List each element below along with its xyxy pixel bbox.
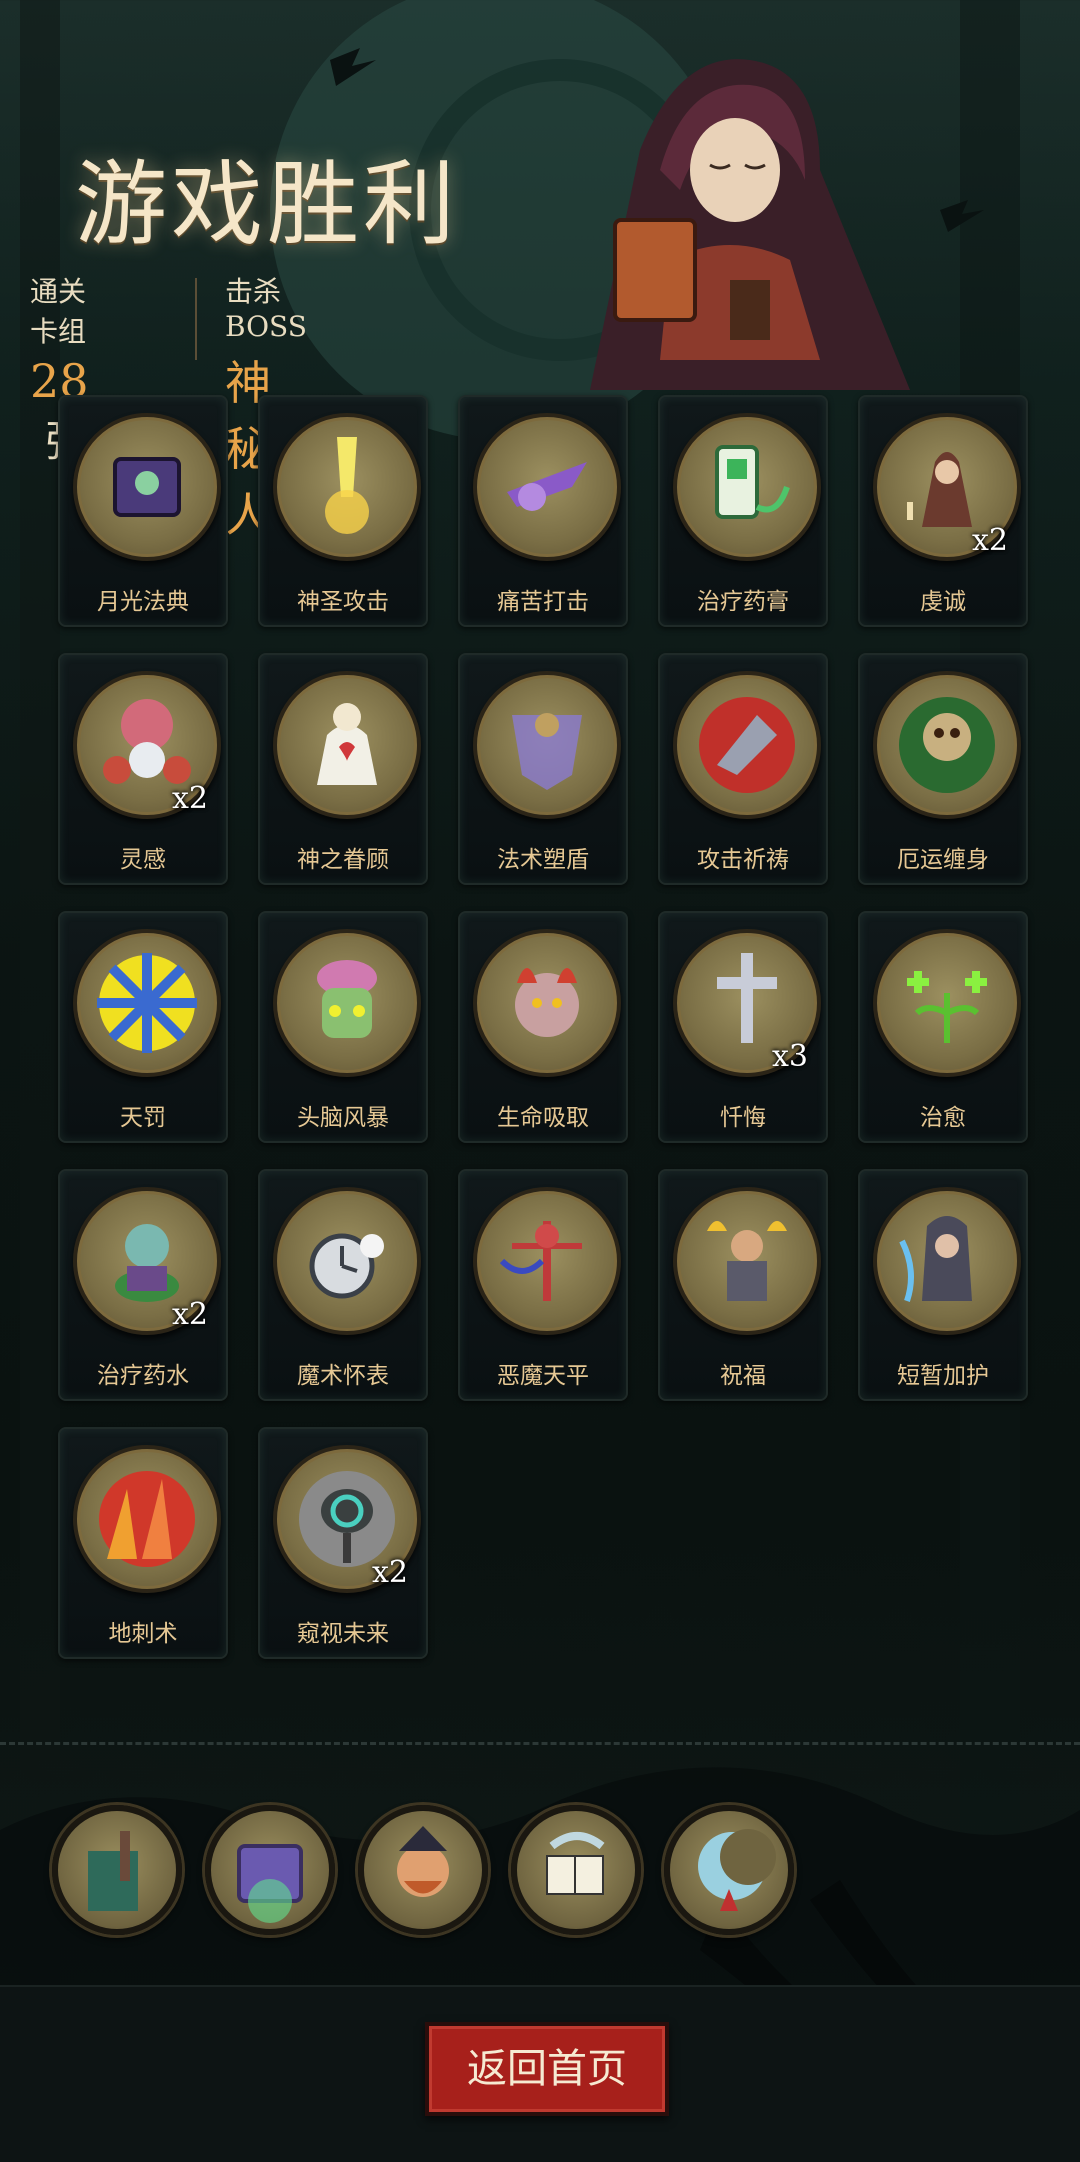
- card-tile[interactable]: 天罚: [58, 911, 228, 1143]
- card-name: 月光法典: [97, 589, 189, 615]
- card-tile[interactable]: 攻击祈祷: [658, 653, 828, 885]
- card-tile[interactable]: 魔术怀表: [258, 1169, 428, 1401]
- game-victory-title: 游戏胜利: [75, 151, 460, 258]
- grave-relic-icon[interactable]: [52, 1805, 182, 1935]
- card-tile[interactable]: 神之眷顾: [258, 653, 428, 885]
- card-name: 攻击祈祷: [697, 847, 789, 873]
- card-name: 痛苦打击: [497, 589, 589, 615]
- mysterious-boss-portrait: [590, 59, 910, 390]
- holy-strike-icon: [273, 413, 421, 561]
- card-tile[interactable]: 恶魔天平: [458, 1169, 628, 1401]
- card-count-badge: x2: [172, 1297, 209, 1332]
- card-name: 治愈: [920, 1105, 966, 1131]
- card-name: 治疗药水: [97, 1363, 189, 1389]
- card-name: 忏悔: [720, 1105, 766, 1131]
- card-name: 祝福: [720, 1363, 766, 1389]
- card-tile[interactable]: 祝福: [658, 1169, 828, 1401]
- stat-divider: [195, 278, 197, 360]
- magic-pocket-watch-icon: [273, 1187, 421, 1335]
- card-tile[interactable]: 治疗药水 x2: [58, 1169, 228, 1401]
- card-count-badge: x3: [772, 1039, 809, 1074]
- healing-ointment-icon: [673, 413, 821, 561]
- doom-curse-icon: [873, 671, 1021, 819]
- card-name: 短暂加护: [897, 1363, 989, 1389]
- card-name: 厄运缠身: [897, 847, 989, 873]
- cure-icon: [873, 929, 1021, 1077]
- card-name: 魔术怀表: [297, 1363, 389, 1389]
- card-name: 灵感: [120, 847, 166, 873]
- card-tile[interactable]: 厄运缠身: [858, 653, 1028, 885]
- card-name: 法术塑盾: [497, 847, 589, 873]
- card-tile[interactable]: 灵感 x2: [58, 653, 228, 885]
- heaven-punishment-icon: [73, 929, 221, 1077]
- attack-prayer-icon: [673, 671, 821, 819]
- card-tile[interactable]: 痛苦打击: [458, 395, 628, 627]
- card-tile[interactable]: 治疗药膏: [658, 395, 828, 627]
- moonlight-codex-icon: [73, 413, 221, 561]
- card-count-badge: x2: [172, 781, 209, 816]
- pain-strike-icon: [473, 413, 621, 561]
- deck-label: 通关卡组: [30, 275, 87, 348]
- card-count-badge: x2: [372, 1555, 409, 1590]
- card-tile[interactable]: 短暂加护: [858, 1169, 1028, 1401]
- card-tile[interactable]: 治愈: [858, 911, 1028, 1143]
- blessing-icon: [673, 1187, 821, 1335]
- section-divider: [0, 1742, 1080, 1745]
- card-tile[interactable]: 月光法典: [58, 395, 228, 627]
- card-count-badge: x2: [972, 523, 1009, 558]
- card-tile[interactable]: 虔诚 x2: [858, 395, 1028, 627]
- spell-shield-icon: [473, 671, 621, 819]
- card-name: 天罚: [120, 1105, 166, 1131]
- card-name: 生命吸取: [497, 1105, 589, 1131]
- card-name: 窥视未来: [297, 1621, 389, 1647]
- card-name: 恶魔天平: [497, 1363, 589, 1389]
- card-name: 虔诚: [920, 589, 966, 615]
- card-tile[interactable]: 窥视未来 x2: [258, 1427, 428, 1659]
- return-home-button[interactable]: 返回首页: [425, 2022, 669, 2116]
- card-tile[interactable]: 生命吸取: [458, 911, 628, 1143]
- card-tile[interactable]: 地刺术: [58, 1427, 228, 1659]
- brainstorm-icon: [273, 929, 421, 1077]
- brief-protection-icon: [873, 1187, 1021, 1335]
- divine-favor-icon: [273, 671, 421, 819]
- treasure-chest-relic-icon[interactable]: [205, 1805, 335, 1935]
- card-tile[interactable]: 法术塑盾: [458, 653, 628, 885]
- card-tile[interactable]: 忏悔 x3: [658, 911, 828, 1143]
- playing-cards-relic-icon[interactable]: [511, 1805, 641, 1935]
- card-name: 神圣攻击: [297, 589, 389, 615]
- ground-spikes-icon: [73, 1445, 221, 1593]
- life-drain-icon: [473, 929, 621, 1077]
- card-name: 头脑风暴: [297, 1105, 389, 1131]
- demon-scale-icon: [473, 1187, 621, 1335]
- card-name: 地刺术: [108, 1621, 178, 1647]
- crescent-moon-relic-icon[interactable]: [664, 1805, 794, 1935]
- card-name: 神之眷顾: [297, 847, 389, 873]
- card-name: 治疗药膏: [697, 589, 789, 615]
- boss-label: 击杀BOSS: [225, 275, 307, 343]
- card-tile[interactable]: 头脑风暴: [258, 911, 428, 1143]
- pirate-relic-icon[interactable]: [358, 1805, 488, 1935]
- card-tile[interactable]: 神圣攻击: [258, 395, 428, 627]
